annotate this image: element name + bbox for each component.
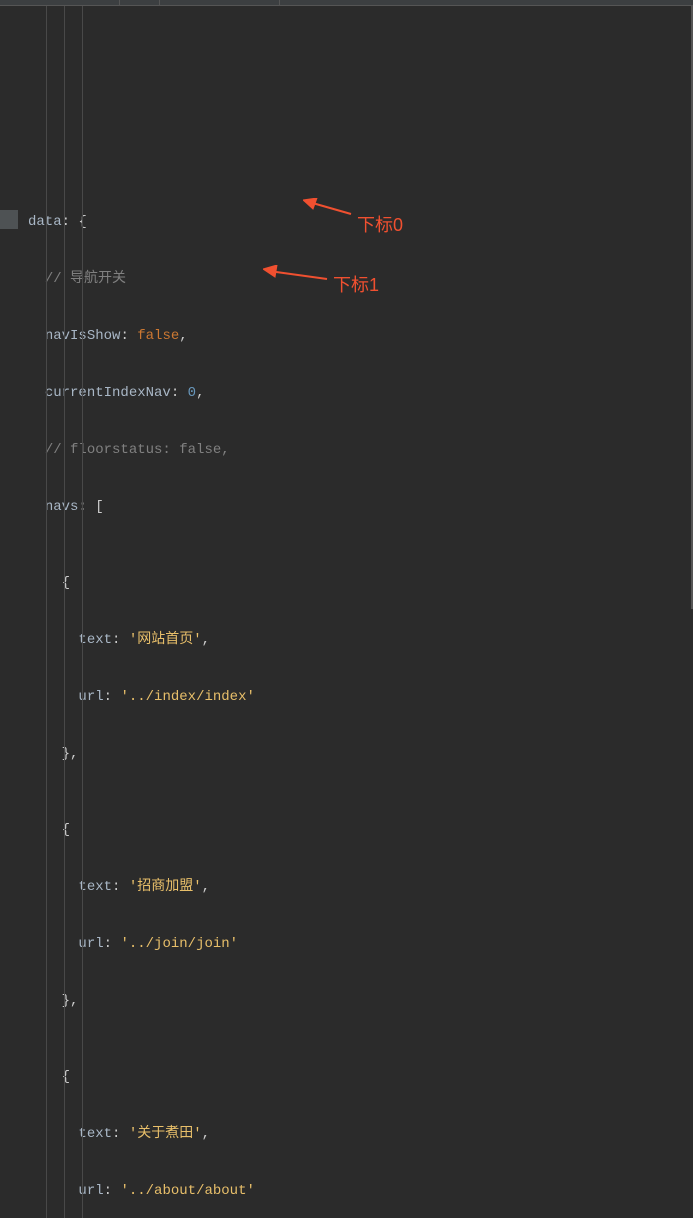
- code-line: text: '网站首页',: [0, 631, 693, 650]
- arrow-icon: [263, 265, 329, 285]
- annotation-label: 下标1: [333, 271, 379, 297]
- annotation-label: 下标0: [357, 211, 403, 237]
- code-line: currentIndexNav: 0,: [0, 384, 693, 403]
- code-line: url: '../about/about': [0, 1182, 693, 1201]
- code-line: navIsShow: false,: [0, 327, 693, 346]
- code-line: url: '../index/index': [0, 688, 693, 707]
- code-line: url: '../join/join': [0, 935, 693, 954]
- code-line: {: [0, 574, 693, 593]
- code-line: text: '招商加盟',: [0, 878, 693, 897]
- code-line: {: [0, 821, 693, 840]
- gutter-marker: [0, 210, 18, 229]
- code-line: // floorstatus: false,: [0, 441, 693, 460]
- code-line: navs: [: [0, 498, 693, 517]
- code-editor[interactable]: data: { // 导航开关 navIsShow: false, curren…: [0, 6, 693, 1218]
- code-line: },: [0, 992, 693, 1011]
- code-line: {: [0, 1068, 693, 1087]
- code-line: },: [0, 745, 693, 764]
- code-line: text: '关于煮田',: [0, 1125, 693, 1144]
- arrow-icon: [303, 198, 353, 218]
